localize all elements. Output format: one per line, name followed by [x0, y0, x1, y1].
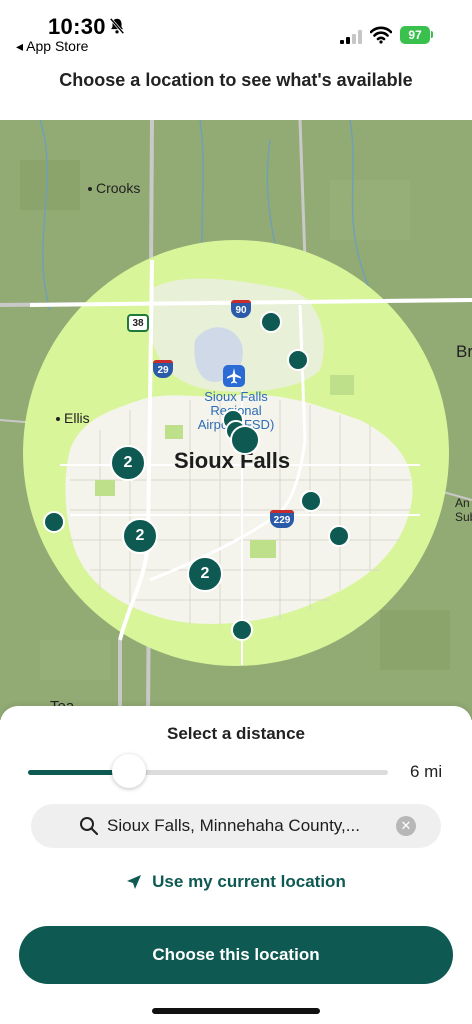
battery-icon: 97	[400, 26, 430, 44]
search-icon	[80, 817, 99, 836]
location-pin[interactable]	[230, 425, 260, 455]
location-pin[interactable]	[231, 619, 253, 641]
distance-value: 6 mi	[410, 762, 443, 781]
battery-tip	[431, 31, 433, 38]
interstate-90-shield: 90	[231, 300, 251, 318]
town-label-crooks: Crooks	[88, 180, 140, 196]
back-to-app-store[interactable]: ◂ App Store	[16, 38, 88, 55]
interstate-229-shield: 229	[270, 510, 294, 528]
choose-location-button[interactable]: Choose this location	[19, 926, 453, 984]
airport-icon	[223, 365, 245, 387]
status-bar: 10:30 ◂ App Store 97	[0, 0, 472, 60]
highway-38-shield: 38	[127, 314, 149, 332]
home-indicator	[152, 1008, 320, 1014]
location-pin[interactable]	[287, 349, 309, 371]
distance-slider-thumb[interactable]	[111, 754, 146, 788]
wifi-icon	[370, 26, 392, 44]
interstate-29-shield: 29	[153, 360, 173, 378]
bell-muted-icon	[109, 17, 125, 35]
location-arrow-icon	[127, 875, 142, 889]
town-label-sub: Sub	[455, 510, 472, 524]
location-cluster[interactable]: 2	[110, 445, 146, 481]
distance-slider-track[interactable]	[28, 770, 388, 775]
location-search-input[interactable]: Sioux Falls, Minnehaha County,... ✕	[31, 804, 441, 848]
status-time: 10:30	[48, 14, 106, 39]
location-cluster[interactable]: 2	[122, 518, 158, 554]
location-pin[interactable]	[300, 490, 322, 512]
clear-icon[interactable]: ✕	[396, 816, 416, 836]
town-label-br: Br	[456, 342, 472, 361]
map-view[interactable]: Crooks Ellis Tea Br An Sub 90 38 29 229 …	[0, 120, 472, 720]
current-location-label: Use my current location	[152, 872, 346, 891]
city-label-sioux-falls: Sioux Falls	[174, 448, 291, 473]
search-value: Sioux Falls, Minnehaha County,...	[107, 816, 360, 835]
location-pin[interactable]	[260, 311, 282, 333]
location-cluster[interactable]: 2	[187, 556, 223, 592]
location-pin[interactable]	[43, 511, 65, 533]
town-label-ellis: Ellis	[56, 410, 90, 426]
distance-title: Select a distance	[167, 724, 305, 743]
town-label-an: An	[455, 496, 470, 510]
location-pin[interactable]	[328, 525, 350, 547]
use-current-location-link[interactable]: Use my current location	[0, 872, 472, 892]
cellular-signal-icon	[340, 30, 362, 44]
page-title: Choose a location to see what's availabl…	[59, 70, 413, 90]
distance-sheet: Select a distance 6 mi Sioux Falls, Minn…	[0, 706, 472, 1024]
